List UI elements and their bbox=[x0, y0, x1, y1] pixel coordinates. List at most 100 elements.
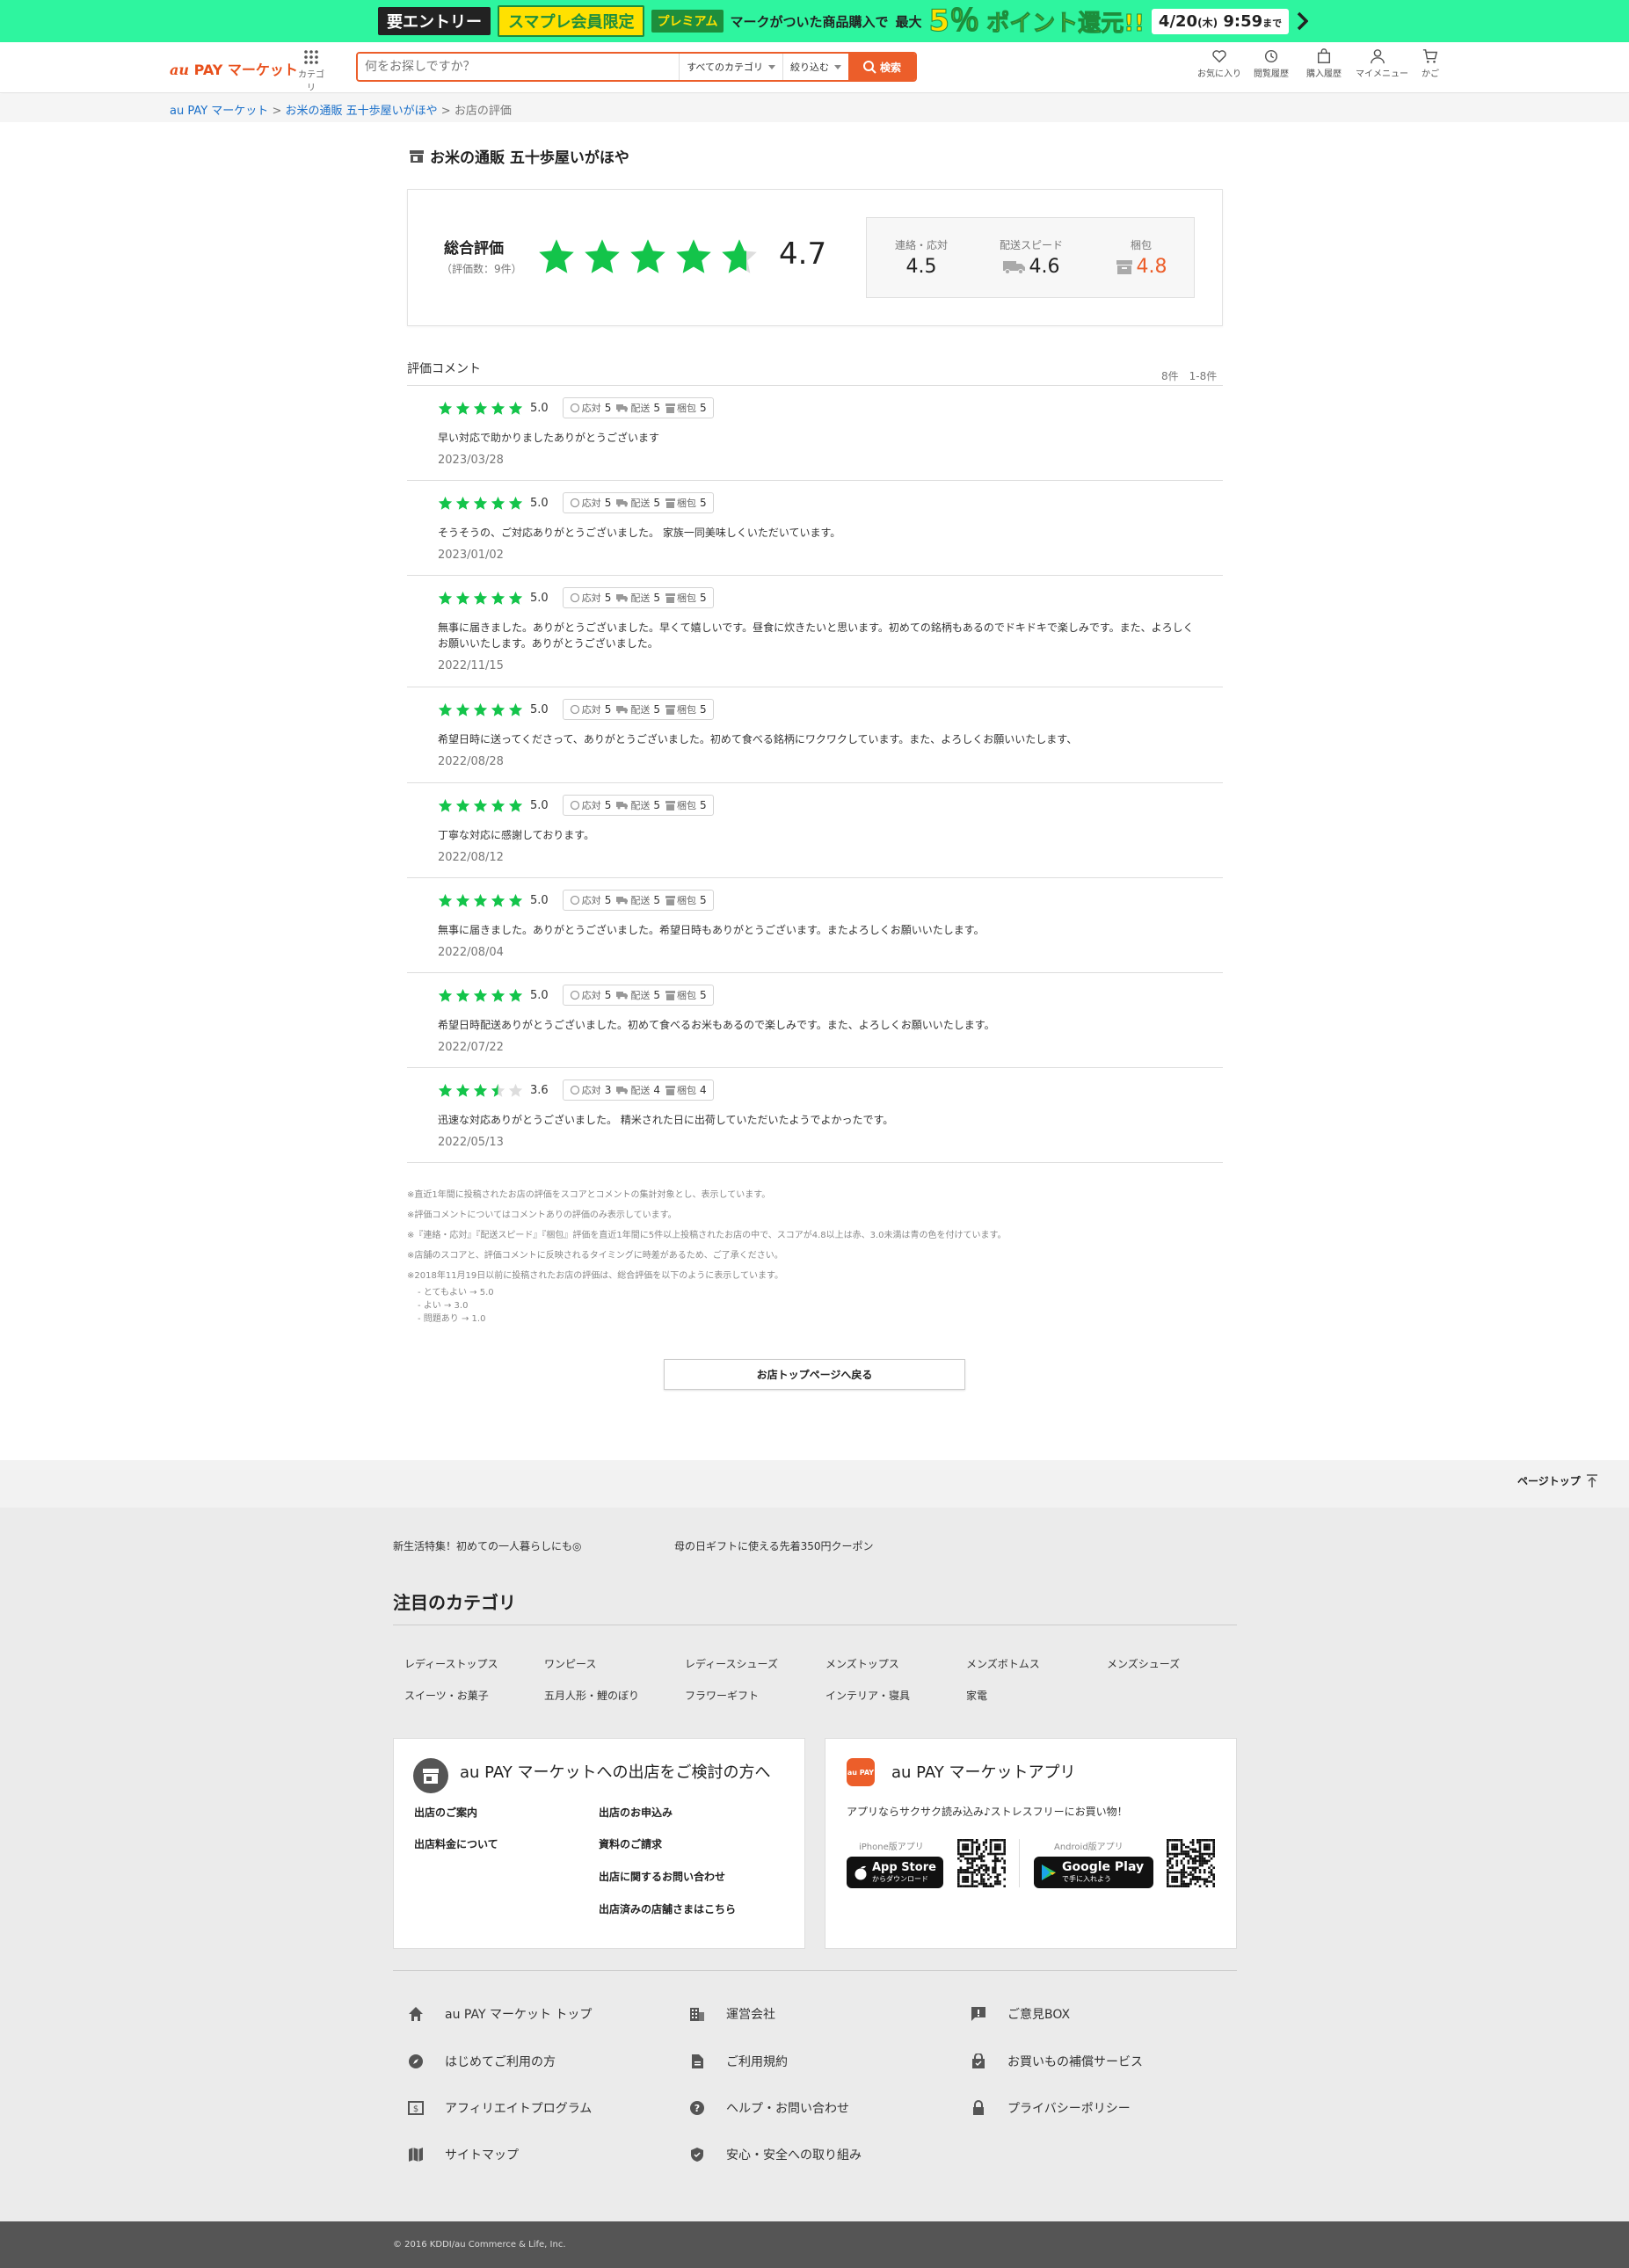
promo-premium-tag: プレミアム bbox=[651, 10, 724, 33]
google-play-badge[interactable]: Google Play で手に入れよう bbox=[1034, 1857, 1153, 1888]
category-link[interactable]: メンズシューズ bbox=[1107, 1656, 1180, 1671]
box-icon bbox=[665, 704, 675, 715]
footer-nav-item[interactable]: ご意見BOX bbox=[971, 2005, 1070, 2023]
star-icon bbox=[491, 988, 505, 1002]
review-date: 2022/08/12 bbox=[438, 851, 504, 864]
review-comment: 希望日時に送ってくださって、ありがとうございました。初めて食べる銘柄にワクワクし… bbox=[438, 733, 1078, 745]
footer-nav-item[interactable]: ご利用規約 bbox=[689, 2053, 788, 2070]
star-icon bbox=[473, 798, 488, 812]
chat-icon bbox=[570, 1085, 579, 1095]
review-sub-ratings: 応対 5 配送 5 梱包 5 bbox=[562, 890, 714, 911]
review-item: 5.0 応対 5 配送 5 梱包 5 そうそうの、ご対応ありがとうございました。 家族一同美味… bbox=[407, 481, 1223, 576]
footer-nav-item[interactable]: ? ヘルプ・お問い合わせ bbox=[689, 2099, 849, 2117]
apple-icon bbox=[854, 1865, 867, 1880]
sub-rating-response: 連絡・応対 4.5 bbox=[894, 239, 948, 278]
star-icon bbox=[455, 591, 470, 605]
category-link[interactable]: ワンピース bbox=[544, 1656, 596, 1671]
category-link[interactable]: 五月人形・鯉のぼり bbox=[544, 1688, 639, 1703]
seller-link[interactable]: 出店済みの店舗さまはこちら bbox=[599, 1901, 736, 1916]
review-sub-rating: 梱包 4 bbox=[665, 1083, 707, 1097]
caret-down-icon bbox=[834, 64, 841, 69]
box-icon bbox=[665, 800, 675, 811]
my-menu-link[interactable]: マイメニュー bbox=[1356, 48, 1408, 79]
person-icon bbox=[1371, 49, 1385, 64]
app-store-badge[interactable]: App Store からダウンロード bbox=[847, 1857, 943, 1888]
search-bar: すべてのカテゴリ 絞り込む 検索 bbox=[356, 52, 917, 82]
total-rating-count: （評価数：9件） bbox=[441, 263, 522, 275]
qr-pattern bbox=[1167, 1839, 1215, 1887]
footer-nav-item[interactable]: 安心・安全への取り組み bbox=[689, 2146, 862, 2163]
footer-nav-item[interactable]: au PAY マーケット トップ bbox=[408, 2005, 592, 2023]
truck-icon bbox=[616, 897, 629, 905]
favorites-link[interactable]: お気に入り bbox=[1197, 48, 1241, 79]
chat-icon bbox=[570, 498, 579, 508]
seller-link[interactable]: 出店に関するお問い合わせ bbox=[599, 1869, 725, 1884]
footer-nav-item[interactable]: 運営会社 bbox=[689, 2005, 775, 2023]
promo-banner[interactable]: 要エントリー スマプレ会員限定 プレミアム マークがついた商品購入で 最大 5％… bbox=[0, 0, 1629, 42]
seller-link[interactable]: 出店のご案内 bbox=[414, 1805, 477, 1820]
star-icon bbox=[438, 401, 453, 415]
play-store-icon bbox=[1042, 1865, 1056, 1880]
category-link[interactable]: インテリア・寝具 bbox=[825, 1688, 910, 1703]
footer-nav-item[interactable]: $ アフィリエイトプログラム bbox=[408, 2099, 592, 2117]
box-icon bbox=[665, 895, 675, 905]
total-rating-label: 総合評価 bbox=[444, 240, 504, 258]
truck-icon bbox=[616, 404, 629, 412]
purchase-history-link[interactable]: 購入履歴 bbox=[1302, 48, 1346, 79]
caret-down-icon bbox=[768, 64, 775, 69]
cart-link[interactable]: かご bbox=[1408, 48, 1452, 79]
page-top-button[interactable]: ページトップ bbox=[1517, 1473, 1598, 1488]
seller-link[interactable]: 出店のお申込み bbox=[599, 1805, 673, 1820]
search-input[interactable] bbox=[358, 54, 680, 80]
chat-icon bbox=[570, 990, 579, 1000]
review-comment: 迅速な対応ありがとうございました。 精米された日に出荷していただいたようでよかっ… bbox=[438, 1114, 894, 1126]
search-button[interactable]: 検索 bbox=[848, 54, 915, 80]
star-icon bbox=[585, 239, 620, 273]
review-score: 5.0 bbox=[530, 496, 549, 510]
truck-icon bbox=[616, 706, 629, 714]
review-item: 5.0 応対 5 配送 5 梱包 5 丁寧な対応に感謝しております。 2022/08/12 bbox=[407, 783, 1223, 878]
category-link[interactable]: レディーストップス bbox=[404, 1656, 498, 1671]
category-select[interactable]: すべてのカテゴリ bbox=[679, 54, 782, 80]
category-link[interactable]: メンズトップス bbox=[825, 1656, 899, 1671]
category-link[interactable]: メンズボトムス bbox=[966, 1656, 1040, 1671]
affiliate-icon: $ bbox=[408, 2101, 424, 2115]
breadcrumb-home[interactable]: au PAY マーケット bbox=[170, 105, 268, 118]
review-date: 2022/08/04 bbox=[438, 946, 504, 959]
footer-nav-item[interactable]: お買いもの補償サービス bbox=[971, 2053, 1143, 2070]
star-icon bbox=[508, 702, 523, 716]
breadcrumb-shop[interactable]: お米の通販 五十歩屋いがほや bbox=[286, 105, 438, 118]
note: ※直近1年間に投稿されたお店の評価をスコアとコメントの集計対象とし、表示していま… bbox=[407, 1190, 771, 1200]
footer-link-new-life[interactable]: 新生活特集！初めての一人暮らしにも◎ bbox=[393, 1538, 581, 1553]
review-sub-rating: 梱包 5 bbox=[665, 496, 707, 510]
star-icon bbox=[438, 893, 453, 907]
review-sub-rating: 配送 5 bbox=[616, 496, 660, 510]
cart-icon bbox=[1422, 49, 1438, 63]
seller-link[interactable]: 資料のご請求 bbox=[599, 1836, 662, 1851]
category-link[interactable]: 家電 bbox=[966, 1688, 987, 1703]
star-icon bbox=[438, 591, 453, 605]
back-to-shop-button[interactable]: お店トップページへ戻る bbox=[664, 1359, 965, 1390]
category-link[interactable]: フラワーギフト bbox=[685, 1688, 759, 1703]
footer-link-mothers-day[interactable]: 母の日ギフトに使える先着350円クーポン bbox=[674, 1538, 874, 1553]
divider bbox=[1019, 1839, 1020, 1887]
shop-title[interactable]: お米の通販 五十歩屋いがほや bbox=[409, 145, 629, 167]
history-link[interactable]: 閲覧履歴 bbox=[1249, 48, 1293, 79]
building-icon bbox=[690, 2008, 704, 2021]
star-icon bbox=[491, 702, 505, 716]
seller-link[interactable]: 出店料金について bbox=[414, 1836, 498, 1851]
category-link[interactable]: スイーツ・お菓子 bbox=[404, 1688, 489, 1703]
filter-select[interactable]: 絞り込む bbox=[782, 54, 848, 80]
review-date: 2023/03/28 bbox=[438, 454, 504, 467]
site-logo[interactable]: au PAY マーケット bbox=[170, 58, 298, 79]
footer-nav-item[interactable]: はじめてご利用の方 bbox=[408, 2053, 556, 2070]
footer-nav-item[interactable]: サイトマップ bbox=[408, 2146, 519, 2163]
star-icon bbox=[473, 591, 488, 605]
chevron-right-icon bbox=[1297, 11, 1309, 31]
category-menu-button[interactable]: カテゴリ bbox=[295, 49, 327, 93]
history-icon bbox=[1264, 49, 1278, 63]
category-link[interactable]: レディースシューズ bbox=[685, 1656, 778, 1671]
footer-nav-item[interactable]: プライバシーポリシー bbox=[971, 2099, 1131, 2117]
review-item: 3.6 応対 3 配送 4 梱包 4 迅速な対応ありがとうございました。 精米された日に出荷し… bbox=[407, 1068, 1223, 1163]
qr-pattern bbox=[957, 1839, 1006, 1887]
